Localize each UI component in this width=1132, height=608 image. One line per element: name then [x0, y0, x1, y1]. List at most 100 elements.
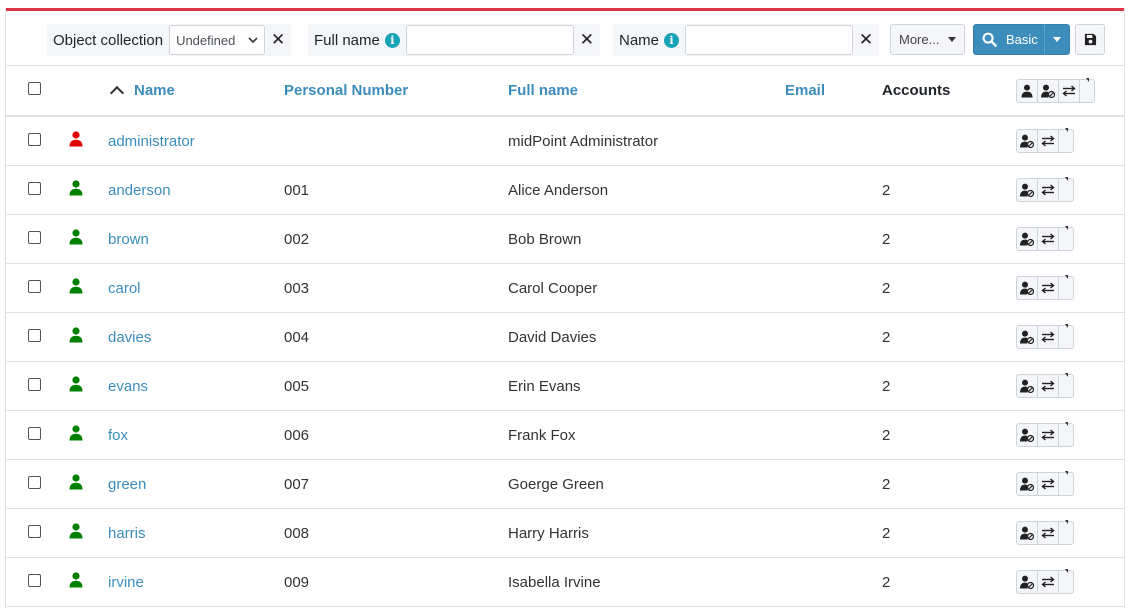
row-more-dropdown[interactable]	[1059, 373, 1073, 397]
row-exchange-button[interactable]	[1038, 130, 1059, 152]
table-row[interactable]: brown 002 Bob Brown 2	[6, 214, 1124, 264]
exchange-arrows-icon	[1041, 233, 1055, 245]
row-more-dropdown[interactable]	[1059, 471, 1073, 495]
row-exchange-button[interactable]	[1038, 228, 1059, 250]
row-unassign-button[interactable]	[1017, 424, 1038, 446]
row-checkbox[interactable]	[27, 573, 41, 587]
row-more-dropdown[interactable]	[1059, 177, 1073, 201]
object-collection-select[interactable]: Undefined	[169, 25, 266, 55]
exchange-arrows-icon	[1041, 282, 1055, 294]
row-checkbox[interactable]	[27, 524, 41, 538]
basic-search-button[interactable]: Basic	[973, 24, 1070, 55]
filter-name: Name i ✕	[613, 24, 880, 56]
row-more-dropdown[interactable]	[1059, 324, 1073, 348]
bulk-unassign-button[interactable]	[1038, 79, 1059, 102]
table-row[interactable]: davies 004 David Davies 2	[6, 312, 1124, 362]
row-actions-cell	[1016, 361, 1124, 411]
user-icon	[69, 376, 83, 392]
row-select-cell	[6, 116, 62, 166]
table-row[interactable]: irvine 009 Isabella Irvine 2	[6, 557, 1124, 607]
table-row[interactable]: fox 006 Frank Fox 2	[6, 410, 1124, 460]
column-header-name[interactable]: Name	[108, 66, 284, 117]
exchange-arrows-icon	[1062, 84, 1076, 97]
clear-name-button[interactable]: ✕	[853, 30, 879, 50]
row-checkbox[interactable]	[27, 475, 41, 489]
table-row[interactable]: evans 005 Erin Evans 2	[6, 361, 1124, 411]
row-unassign-button[interactable]	[1017, 473, 1038, 495]
row-unassign-button[interactable]	[1017, 571, 1038, 593]
search-mode-dropdown[interactable]	[1044, 24, 1061, 55]
row-exchange-button[interactable]	[1038, 424, 1059, 446]
row-exchange-button[interactable]	[1038, 179, 1059, 201]
row-unassign-button[interactable]	[1017, 375, 1038, 397]
row-checkbox[interactable]	[27, 279, 41, 293]
user-icon	[69, 523, 83, 539]
row-personal-number: 004	[284, 312, 508, 362]
row-exchange-button[interactable]	[1038, 326, 1059, 348]
table-body: administrator midPoint Administrator and…	[6, 116, 1124, 607]
row-personal-number: 009	[284, 557, 508, 607]
row-exchange-button[interactable]	[1038, 277, 1059, 299]
row-exchange-button[interactable]	[1038, 571, 1059, 593]
name-input[interactable]	[685, 25, 854, 55]
row-checkbox[interactable]	[27, 132, 41, 146]
table-row[interactable]: harris 008 Harry Harris 2	[6, 508, 1124, 558]
more-filters-button[interactable]: More...	[890, 24, 965, 55]
row-more-dropdown[interactable]	[1059, 422, 1073, 446]
row-name-link[interactable]: fox	[108, 410, 284, 460]
table-row[interactable]: carol 003 Carol Cooper 2	[6, 263, 1124, 313]
row-checkbox[interactable]	[27, 426, 41, 440]
row-unassign-button[interactable]	[1017, 277, 1038, 299]
info-icon[interactable]: i	[384, 32, 400, 48]
row-checkbox[interactable]	[27, 230, 41, 244]
row-more-dropdown[interactable]	[1059, 569, 1073, 593]
row-name-link[interactable]: anderson	[108, 165, 284, 215]
row-unassign-button[interactable]	[1017, 228, 1038, 250]
info-icon[interactable]: i	[664, 32, 680, 48]
row-name-link[interactable]: harris	[108, 508, 284, 558]
row-name-link[interactable]: administrator	[108, 116, 284, 166]
row-more-dropdown[interactable]	[1059, 226, 1073, 250]
row-personal-number: 003	[284, 263, 508, 313]
row-more-dropdown[interactable]	[1059, 128, 1073, 152]
row-checkbox[interactable]	[27, 181, 41, 195]
row-accounts	[882, 116, 1016, 166]
row-unassign-button[interactable]	[1017, 130, 1038, 152]
row-name-link[interactable]: evans	[108, 361, 284, 411]
row-name-link[interactable]: davies	[108, 312, 284, 362]
row-checkbox[interactable]	[27, 328, 41, 342]
row-unassign-button[interactable]	[1017, 179, 1038, 201]
header-select-cell	[6, 66, 62, 117]
bulk-exchange-button[interactable]	[1059, 79, 1080, 102]
table-row[interactable]: anderson 001 Alice Anderson 2	[6, 165, 1124, 215]
row-personal-number: 002	[284, 214, 508, 264]
bulk-assign-button[interactable]	[1017, 79, 1038, 102]
row-name-link[interactable]: brown	[108, 214, 284, 264]
table-row[interactable]: green 007 Goerge Green 2	[6, 459, 1124, 509]
clear-object-collection-button[interactable]: ✕	[265, 30, 291, 50]
table-row[interactable]: administrator midPoint Administrator	[6, 116, 1124, 166]
row-personal-number	[284, 116, 508, 166]
clear-full-name-button[interactable]: ✕	[574, 30, 600, 50]
row-checkbox[interactable]	[27, 377, 41, 391]
select-all-checkbox[interactable]	[27, 82, 41, 95]
row-more-dropdown[interactable]	[1059, 520, 1073, 544]
row-personal-number: 005	[284, 361, 508, 411]
bulk-more-dropdown[interactable]	[1080, 77, 1094, 102]
row-unassign-button[interactable]	[1017, 522, 1038, 544]
row-more-dropdown[interactable]	[1059, 275, 1073, 299]
save-search-button[interactable]	[1075, 24, 1105, 55]
full-name-input[interactable]	[405, 25, 574, 55]
row-name-link[interactable]: irvine	[108, 557, 284, 607]
row-exchange-button[interactable]	[1038, 375, 1059, 397]
column-header-email[interactable]: Email	[785, 66, 882, 117]
row-name-link[interactable]: carol	[108, 263, 284, 313]
row-email	[785, 116, 882, 166]
row-actions-cell	[1016, 459, 1124, 509]
row-exchange-button[interactable]	[1038, 522, 1059, 544]
column-header-personal-number[interactable]: Personal Number	[284, 66, 508, 117]
column-header-full-name[interactable]: Full name	[508, 66, 785, 117]
row-unassign-button[interactable]	[1017, 326, 1038, 348]
row-exchange-button[interactable]	[1038, 473, 1059, 495]
row-name-link[interactable]: green	[108, 459, 284, 509]
